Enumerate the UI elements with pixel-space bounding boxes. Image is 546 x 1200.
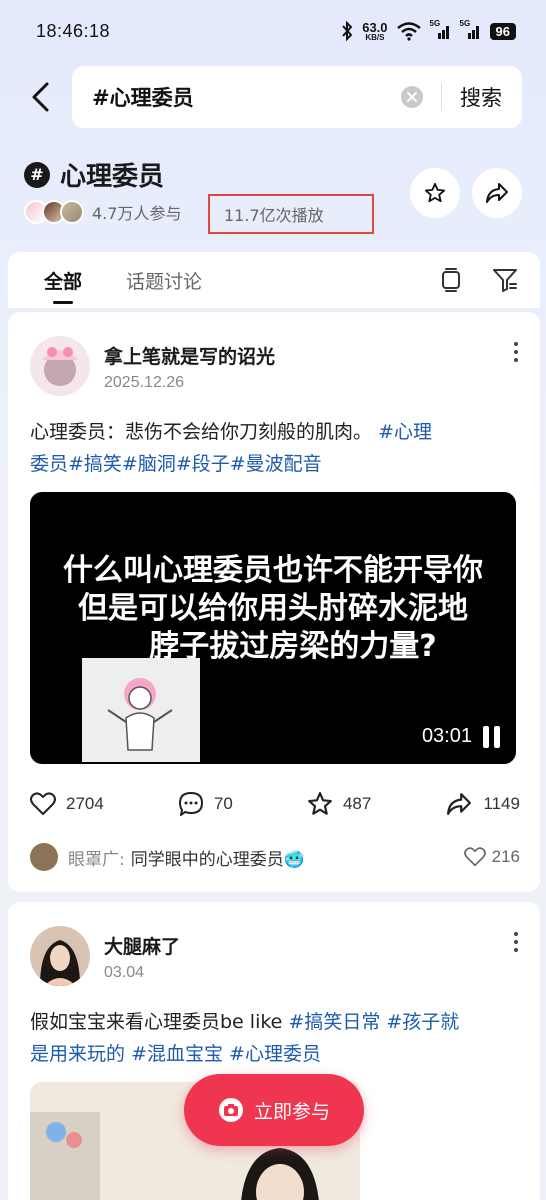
heart-icon <box>30 792 56 815</box>
hashtag-icon: # <box>24 161 50 188</box>
search-row: #心理委员 搜索 <box>0 66 546 128</box>
post-author-row: 拿上笔就是写的诏光 2025.12.26 <box>8 312 540 396</box>
comment-username[interactable]: 眼罩广: <box>68 845 125 870</box>
participants-count: 4.7万人参与 <box>92 204 182 223</box>
video-caption: 什么叫心理委员也许不能开导你 但是可以给你用头肘碎水泥地 脖子拔过房梁的力量? <box>63 553 483 664</box>
comment-button[interactable]: 70 <box>178 791 233 817</box>
avatar[interactable] <box>30 336 90 396</box>
like-button[interactable]: 2704 <box>30 792 104 816</box>
topic-actions <box>410 168 522 218</box>
tab-topic-discussion[interactable]: 话题讨论 <box>126 267 202 294</box>
battery-indicator: 96 <box>489 22 516 40</box>
post-date: 2025.12.26 <box>104 374 185 391</box>
more-options-icon[interactable] <box>514 932 518 952</box>
post-text-line-1: 假如宝宝来看心理委员be like #搞笑日常 #孩子就 <box>30 1011 460 1033</box>
comment-icon <box>178 792 203 816</box>
author-name[interactable]: 大腿麻了 <box>104 932 180 959</box>
post-hashtags[interactable]: #搞笑日常 #孩子就 <box>288 1011 459 1033</box>
more-options-icon[interactable] <box>514 342 518 362</box>
comment-like-button[interactable]: 216 <box>463 847 520 867</box>
signal-icon-2: 5G <box>460 19 482 40</box>
comment-count: 70 <box>213 794 233 813</box>
wifi-icon <box>396 22 421 41</box>
post-text-line-1: 心理委员：悲伤不会给你刀刻般的肌肉。 #心理 <box>30 421 432 443</box>
like-count: 2704 <box>66 794 104 813</box>
heart-icon <box>463 847 486 867</box>
comment-like-count: 216 <box>491 847 520 866</box>
status-bar: 18:46:18 63.0 KB/S 5G 5G 96 <box>0 0 546 62</box>
post-text-line-2: 是用来玩的 #混血宝宝 #心理委员 <box>30 1043 321 1065</box>
tab-tools <box>440 267 540 293</box>
filter-icon[interactable] <box>492 267 518 293</box>
plays-count: 11.7亿次播放 <box>224 206 324 225</box>
post-hashtags[interactable]: #心理 <box>378 421 432 443</box>
search-input[interactable]: #心理委员 <box>92 82 401 112</box>
share-icon <box>486 183 508 203</box>
status-time: 18:46:18 <box>36 20 111 41</box>
plays-count-highlight: 11.7亿次播放 <box>208 194 374 234</box>
chevron-left-icon <box>32 82 49 112</box>
share-count: 1149 <box>483 794 520 813</box>
topic-header: # 心理委员 4.7万人参与 11.7亿次播放 <box>24 156 522 246</box>
tab-bar: 全部 话题讨论 <box>8 252 540 308</box>
share-icon <box>447 793 472 815</box>
network-speed: 63.0 KB/S <box>362 19 388 42</box>
post-card[interactable]: 拿上笔就是写的诏光 2025.12.26 心理委员：悲伤不会给你刀刻般的肌肉。 … <box>8 312 540 892</box>
post-text: 假如宝宝来看心理委员be like #搞笑日常 #孩子就 是用来玩的 #混血宝宝… <box>30 1006 520 1070</box>
join-now-button[interactable]: 立即参与 <box>184 1074 364 1146</box>
post-author-row: 大腿麻了 03.04 <box>8 902 540 986</box>
search-button[interactable]: 搜索 <box>442 82 522 112</box>
clear-icon[interactable] <box>401 86 423 108</box>
bluetooth-icon <box>342 21 353 41</box>
layout-icon[interactable] <box>440 267 462 293</box>
share-button[interactable]: 1149 <box>445 792 520 816</box>
post-date: 03.04 <box>104 964 145 981</box>
share-topic-button[interactable] <box>472 168 522 218</box>
avatar <box>60 200 84 224</box>
tab-all[interactable]: 全部 <box>44 267 82 294</box>
comment-text: 同学眼中的心理委员🥶 <box>130 849 305 870</box>
avatar <box>30 843 58 871</box>
post-card[interactable]: 大腿麻了 03.04 假如宝宝来看心理委员be like #搞笑日常 #孩子就 … <box>8 902 540 1200</box>
search-box[interactable]: #心理委员 搜索 <box>72 66 522 128</box>
post-hashtags-line-2[interactable]: 委员#搞笑#脑洞#段子#曼波配音 <box>30 448 520 480</box>
camera-icon <box>218 1098 243 1122</box>
topic-stats: 4.7万人参与 11.7亿次播放 <box>24 194 374 234</box>
post-text: 心理委员：悲伤不会给你刀刻般的肌肉。 #心理 委员#搞笑#脑洞#段子#曼波配音 <box>30 416 520 480</box>
favorite-topic-button[interactable] <box>410 168 460 218</box>
video-duration: 03:01 <box>421 725 472 747</box>
avatar[interactable] <box>30 926 90 986</box>
post-actions: 2704 70 487 1149 <box>30 788 520 820</box>
participant-avatars <box>24 200 84 224</box>
join-now-label: 立即参与 <box>253 1100 330 1123</box>
signal-icon-1: 5G <box>430 19 452 40</box>
topic-title: 心理委员 <box>60 162 165 192</box>
video-sticker-image <box>82 658 200 762</box>
star-icon <box>424 182 446 203</box>
favorite-count: 487 <box>342 794 372 813</box>
status-icons: 63.0 KB/S 5G 5G 96 <box>340 19 516 42</box>
pause-icon[interactable] <box>483 726 500 748</box>
top-comment[interactable]: 眼罩广: 同学眼中的心理委员🥶 216 <box>30 842 520 872</box>
back-button[interactable] <box>24 80 56 114</box>
favorite-button[interactable]: 487 <box>307 791 371 817</box>
author-name[interactable]: 拿上笔就是写的诏光 <box>104 342 275 369</box>
video-player[interactable]: 什么叫心理委员也许不能开导你 但是可以给你用头肘碎水泥地 脖子拔过房梁的力量? … <box>30 492 516 764</box>
star-icon <box>308 792 332 815</box>
